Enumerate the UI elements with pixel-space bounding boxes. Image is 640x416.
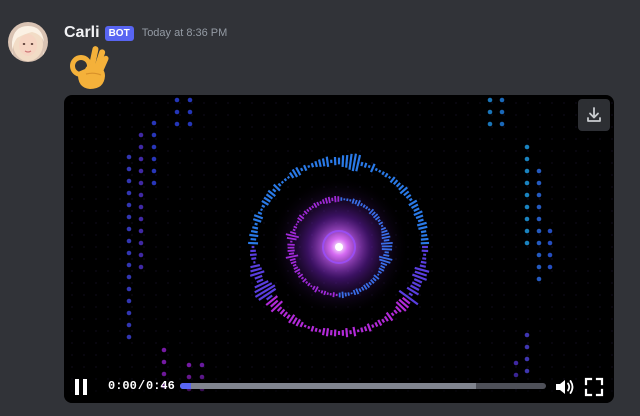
pause-button[interactable]: [72, 377, 90, 397]
duration: 0:46: [146, 379, 175, 393]
played-bar: [180, 383, 191, 389]
author-name[interactable]: Carli: [64, 24, 100, 42]
message-timestamp[interactable]: Today at 8:36 PM: [142, 27, 228, 39]
buffered-bar: [180, 383, 477, 389]
message-header: Carli BOT Today at 8:36 PM: [64, 22, 227, 44]
pause-icon: [75, 379, 87, 395]
current-time: 0:00: [108, 379, 137, 393]
video-player[interactable]: 0:00/0:46: [64, 95, 614, 403]
bot-badge: BOT: [104, 25, 134, 41]
time-display: 0:00/0:46: [108, 378, 175, 394]
time-separator: /: [137, 379, 146, 393]
volume-icon: [556, 380, 574, 394]
ok-hand-emoji-icon[interactable]: [66, 44, 110, 92]
video-controls: 0:00/0:46: [64, 371, 614, 403]
chat-message: Carli BOT Today at 8:36 PM 0:00/0:46: [0, 0, 640, 416]
fullscreen-button[interactable]: [584, 377, 604, 397]
audio-visualizer-frame: [71, 97, 613, 392]
progress-bar[interactable]: [180, 383, 546, 389]
fullscreen-icon: [584, 377, 604, 397]
download-button[interactable]: [578, 99, 610, 131]
volume-button[interactable]: [554, 377, 576, 397]
download-icon: [587, 107, 601, 122]
avatar[interactable]: [8, 22, 48, 62]
